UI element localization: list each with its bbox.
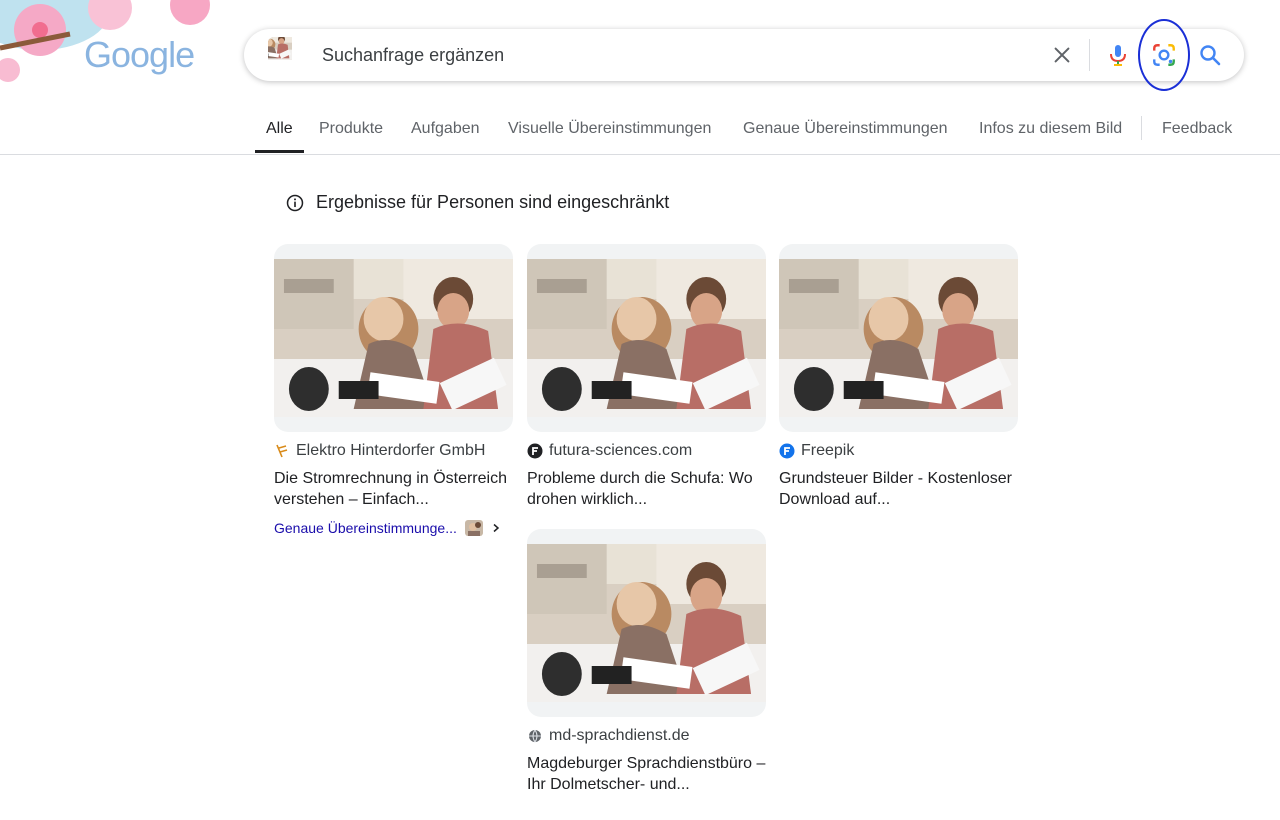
feedback-link[interactable]: Feedback: [1162, 112, 1232, 153]
result-source[interactable]: Elektro Hinterdorfer GmbH: [274, 440, 514, 462]
divider: [1089, 39, 1090, 71]
result-source-name: Freepik: [801, 442, 855, 459]
result-source-name: Elektro Hinterdorfer GmbH: [296, 442, 486, 459]
tab-aufgaben[interactable]: Aufgaben: [411, 112, 480, 153]
result-source-name: futura-sciences.com: [549, 442, 693, 459]
globe-favicon-icon: [527, 728, 543, 744]
search-input[interactable]: [322, 37, 1022, 73]
tab-produkte[interactable]: Produkte: [319, 112, 383, 153]
result-card[interactable]: Freepik Grundsteuer Bilder - Kostenloser…: [779, 244, 1019, 510]
result-card[interactable]: futura-sciences.com Probleme durch die S…: [527, 244, 767, 510]
tab-infos-zu-diesem-bild[interactable]: Infos zu diesem Bild: [979, 112, 1122, 153]
restricted-results-notice: Ergebnisse für Personen sind eingeschrän…: [286, 192, 669, 213]
info-icon[interactable]: [286, 194, 304, 212]
tab-bar: Alle Produkte Aufgaben Visuelle Übereins…: [0, 112, 1280, 155]
result-source-name: md-sprachdienst.de: [549, 727, 690, 744]
search-icon: [1200, 45, 1221, 66]
google-lens-button[interactable]: [1148, 39, 1180, 71]
result-source[interactable]: md-sprachdienst.de: [527, 725, 767, 747]
microphone-icon: [1110, 45, 1126, 66]
tab-genaue-uebereinstimmungen[interactable]: Genaue Übereinstimmungen: [743, 112, 948, 153]
tab-alle[interactable]: Alle: [255, 112, 304, 153]
freepik-favicon-icon: [779, 443, 795, 459]
result-title[interactable]: Die Stromrechnung in Österreich verstehe…: [274, 468, 514, 510]
result-source[interactable]: Freepik: [779, 440, 1019, 462]
exact-matches-label: Genaue Übereinstimmunge...: [274, 520, 457, 536]
exact-matches-link[interactable]: Genaue Übereinstimmunge...: [274, 520, 514, 536]
exact-match-thumbnail: [465, 520, 483, 536]
search-bar: [244, 19, 1244, 91]
close-icon: [1054, 47, 1070, 63]
tab-divider: [1141, 116, 1142, 140]
result-title[interactable]: Grundsteuer Bilder - Kostenloser Downloa…: [779, 468, 1019, 510]
result-image[interactable]: [274, 244, 513, 432]
result-title[interactable]: Magdeburger Sprachdienstbüro – Ihr Dolme…: [527, 753, 767, 795]
search-button[interactable]: [1194, 39, 1226, 71]
voice-search-button[interactable]: [1102, 39, 1134, 71]
google-logo[interactable]: Google: [84, 34, 195, 76]
result-image[interactable]: [779, 244, 1018, 432]
result-image[interactable]: [527, 244, 766, 432]
query-image-thumbnail[interactable]: [268, 37, 310, 73]
result-card[interactable]: Elektro Hinterdorfer GmbH Die Stromrechn…: [274, 244, 514, 536]
result-image[interactable]: [527, 529, 766, 717]
result-source[interactable]: futura-sciences.com: [527, 440, 767, 462]
chevron-right-icon: [493, 523, 500, 533]
result-title[interactable]: Probleme durch die Schufa: Wo drohen wir…: [527, 468, 767, 510]
futura-favicon-icon: [527, 443, 543, 459]
result-card[interactable]: md-sprachdienst.de Magdeburger Sprachdie…: [527, 529, 767, 795]
lens-camera-icon: [1153, 44, 1175, 66]
clear-button[interactable]: [1046, 39, 1078, 71]
tab-visuelle-uebereinstimmungen[interactable]: Visuelle Übereinstimmungen: [508, 112, 711, 153]
notice-text: Ergebnisse für Personen sind eingeschrän…: [316, 192, 670, 212]
elektro-favicon-icon: [274, 443, 290, 459]
